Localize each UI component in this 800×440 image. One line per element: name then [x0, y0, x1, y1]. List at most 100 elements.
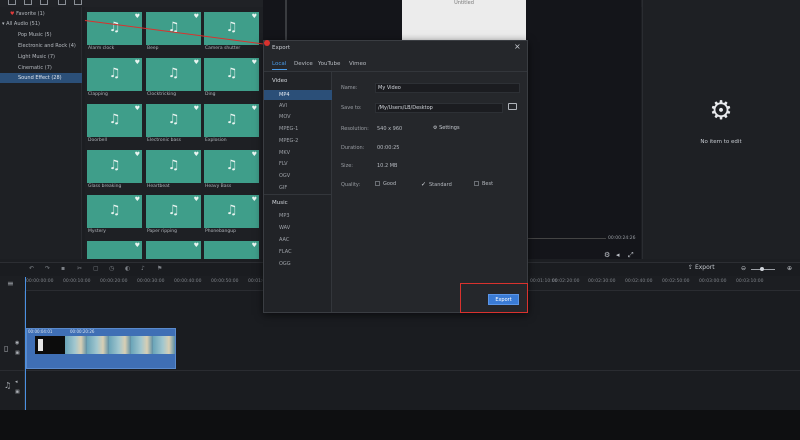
format-item-aac[interactable]: AAC — [264, 235, 332, 245]
favorite-heart-icon[interactable]: ♥ — [194, 196, 199, 203]
preview-settings-icon[interactable]: ⚙ — [604, 251, 610, 259]
format-item-avi[interactable]: AVI — [264, 101, 332, 111]
favorite-heart-icon[interactable]: ♥ — [252, 59, 257, 66]
media-tile[interactable]: ♫ ♥ Heavy Bass — [204, 150, 259, 195]
favorite-heart-icon[interactable]: ♥ — [135, 151, 140, 158]
timeline-export-button[interactable]: ⇪ Export — [688, 264, 715, 271]
zoom-slider-handle[interactable] — [760, 267, 764, 271]
format-item-mp4[interactable]: MP4 — [264, 90, 332, 100]
format-item-mkv[interactable]: MKV — [264, 148, 332, 158]
tab-vimeo[interactable]: Vimeo — [349, 61, 366, 67]
favorite-heart-icon[interactable]: ♥ — [135, 13, 140, 20]
favorite-heart-icon[interactable]: ♥ — [252, 242, 257, 249]
speed-icon[interactable]: ◷ — [109, 265, 114, 272]
quality-good-checkbox[interactable] — [375, 181, 380, 186]
sidebar-item-pop-music[interactable]: Pop Music (5) — [0, 30, 82, 40]
media-tile[interactable]: ♫ ♥ Alarm clock — [87, 12, 142, 57]
tab-local[interactable]: Local — [272, 61, 286, 67]
quality-standard-option[interactable]: ✓ Standard — [421, 181, 452, 188]
checkmark-icon[interactable]: ✓ — [421, 181, 426, 188]
crop-icon[interactable]: ▢ — [93, 265, 99, 272]
close-icon[interactable]: × — [514, 42, 521, 51]
format-item-gif[interactable]: GIF — [264, 183, 332, 193]
name-input[interactable]: My Video — [375, 83, 520, 93]
sidebar-item-cinematic[interactable]: Cinematic (7) — [0, 63, 82, 73]
settings-button[interactable]: ⚙ Settings — [433, 125, 460, 131]
audio-thumbnail: ♥ — [204, 241, 259, 259]
format-item-mp3[interactable]: MP3 — [264, 211, 332, 221]
format-item-ogg[interactable]: OGG — [264, 259, 332, 269]
zoom-out-icon[interactable]: ⊖ — [741, 265, 746, 272]
import-icon[interactable] — [8, 0, 16, 5]
quality-best-option[interactable]: Best — [474, 181, 493, 187]
media-tile[interactable]: ♥ — [87, 241, 142, 259]
media-tile[interactable]: ♥ — [146, 241, 201, 259]
redo-icon[interactable]: ↷ — [45, 265, 50, 272]
track-lock-icon[interactable]: ▣ — [15, 350, 20, 356]
check-icon[interactable] — [40, 0, 48, 5]
delete-icon[interactable]: ▪ — [61, 265, 65, 272]
tab-device[interactable]: Device — [294, 61, 313, 67]
track-visibility-icon[interactable]: ◉ — [15, 340, 19, 346]
undo-icon[interactable]: ↶ — [29, 265, 34, 272]
media-tile[interactable]: ♫ ♥ Mystery — [87, 195, 142, 240]
split-icon[interactable]: ✂ — [77, 265, 82, 272]
favorite-heart-icon[interactable]: ♥ — [252, 13, 257, 20]
favorite-heart-icon[interactable]: ♥ — [194, 151, 199, 158]
media-tile[interactable]: ♫ ♥ Explosion — [204, 104, 259, 149]
fullscreen-icon[interactable]: ⤢ — [628, 251, 634, 260]
sidebar-item-electronic-rock[interactable]: Electronic and Rock (4) — [0, 41, 82, 51]
quality-good-option[interactable]: Good — [375, 181, 396, 187]
format-item-flac[interactable]: FLAC — [264, 247, 332, 257]
audio-icon[interactable]: ♪ — [141, 265, 145, 272]
audio-lock-icon[interactable]: ▣ — [15, 389, 20, 395]
favorite-heart-icon[interactable]: ♥ — [135, 105, 140, 112]
format-item-flv[interactable]: FLV — [264, 159, 332, 169]
marker-icon[interactable]: ⚑ — [157, 265, 162, 272]
favorite-heart-icon[interactable]: ♥ — [135, 59, 140, 66]
media-tile[interactable]: ♫ ♥ Heartbeat — [146, 150, 201, 195]
media-tile[interactable]: ♫ ♥ Phonebangup — [204, 195, 259, 240]
favorite-heart-icon[interactable]: ♥ — [252, 151, 257, 158]
zoom-in-icon[interactable]: ⊕ — [787, 265, 792, 272]
favorite-heart-icon[interactable]: ♥ — [252, 196, 257, 203]
timeline-playhead[interactable] — [25, 277, 26, 410]
sidebar-item-all-audio[interactable]: ▾ All Audio (51) — [0, 19, 82, 29]
record-icon[interactable] — [24, 0, 32, 5]
favorite-heart-icon[interactable]: ♥ — [135, 242, 140, 249]
volume-icon[interactable]: ◂ — [616, 251, 620, 259]
folder-icon[interactable] — [508, 103, 517, 110]
format-item-wav[interactable]: WAV — [264, 223, 332, 233]
favorite-heart-icon[interactable]: ♥ — [135, 196, 140, 203]
save-path-input[interactable]: /My/Users/LB/Desktop — [375, 103, 503, 113]
format-item-ogv[interactable]: OGV — [264, 171, 332, 181]
quality-best-checkbox[interactable] — [474, 181, 479, 186]
format-item-mpeg2[interactable]: MPEG-2 — [264, 136, 332, 146]
sidebar-item-favorite[interactable]: ♥ Favorite (1) — [0, 9, 82, 19]
sidebar-item-sound-effect[interactable]: Sound Effect (28) — [0, 73, 82, 83]
media-tile[interactable]: ♫ ♥ Glass breaking — [87, 150, 142, 195]
media-tile[interactable]: ♫ ♥ Camera shutter — [204, 12, 259, 57]
color-icon[interactable]: ◐ — [125, 265, 130, 272]
download-icon[interactable] — [58, 0, 66, 5]
favorite-heart-icon[interactable]: ♥ — [194, 59, 199, 66]
media-tile[interactable]: ♫ ♥ Doorbell — [87, 104, 142, 149]
format-item-mpeg1[interactable]: MPEG-1 — [264, 124, 332, 134]
media-tile[interactable]: ♫ ♥ Paper ripping — [146, 195, 201, 240]
media-tile[interactable]: ♫ ♥ Ding — [204, 58, 259, 103]
media-tile[interactable]: ♫ ♥ Clapping — [87, 58, 142, 103]
audio-mute-icon[interactable]: ◂ — [15, 379, 18, 385]
favorite-heart-icon[interactable]: ♥ — [194, 242, 199, 249]
format-item-mov[interactable]: MOV — [264, 112, 332, 122]
sidebar-item-light-music[interactable]: Light Music (7) — [0, 52, 82, 62]
media-tile[interactable]: ♫ ♥ Electronic bass — [146, 104, 201, 149]
favorite-heart-icon[interactable]: ♥ — [252, 105, 257, 112]
menu-icon[interactable]: ≡ — [7, 279, 14, 288]
export-button[interactable]: Export — [488, 294, 519, 305]
delete-icon[interactable] — [74, 0, 82, 5]
tab-youtube[interactable]: YouTube — [318, 61, 340, 67]
media-tile[interactable]: ♫ ♥ Clocktricking — [146, 58, 201, 103]
favorite-heart-icon[interactable]: ♥ — [194, 13, 199, 20]
media-tile[interactable]: ♥ — [204, 241, 259, 259]
favorite-heart-icon[interactable]: ♥ — [194, 105, 199, 112]
